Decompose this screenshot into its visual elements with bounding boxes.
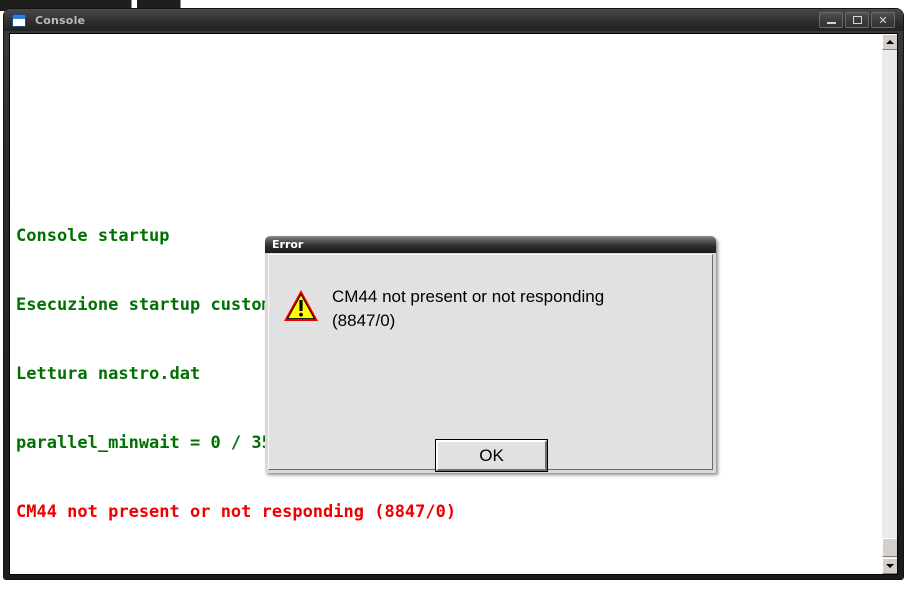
warning-icon [284,290,318,321]
close-button[interactable]: ✕ [871,12,895,28]
error-dialog-body: CM44 not present or not responding (8847… [268,254,713,472]
error-message-row: CM44 not present or not responding (8847… [283,285,604,333]
error-message-line: (8847/0) [332,311,396,330]
console-titlebar[interactable]: Console ✕ [4,9,903,31]
error-message-line: CM44 not present or not responding [332,287,605,306]
maximize-icon [852,16,862,24]
error-message: CM44 not present or not responding (8847… [332,285,604,333]
window-controls: ✕ [819,12,895,28]
vertical-scrollbar[interactable] [881,34,897,574]
error-dialog-titlebar[interactable]: Error [265,236,716,253]
window-icon [12,13,26,27]
error-dialog: Error CM44 not present or not responding… [265,236,716,473]
scroll-up-icon [886,40,894,44]
scrollbar-thumb[interactable] [882,538,897,557]
bottom-strip [0,580,908,600]
console-line-error: CM44 not present or not responding (8847… [16,502,457,522]
ok-button[interactable]: OK [435,439,548,472]
scroll-down-button[interactable] [882,558,897,574]
scroll-up-button[interactable] [882,34,897,50]
maximize-button[interactable] [845,12,869,28]
error-dialog-title: Error [272,238,304,251]
scroll-down-icon [886,564,894,568]
close-icon: ✕ [878,13,888,27]
minimize-icon [826,21,836,24]
screen: Console ✕ Console startup Esecuzione sta… [0,0,908,600]
window-title: Console [35,13,86,27]
minimize-button[interactable] [819,12,843,28]
